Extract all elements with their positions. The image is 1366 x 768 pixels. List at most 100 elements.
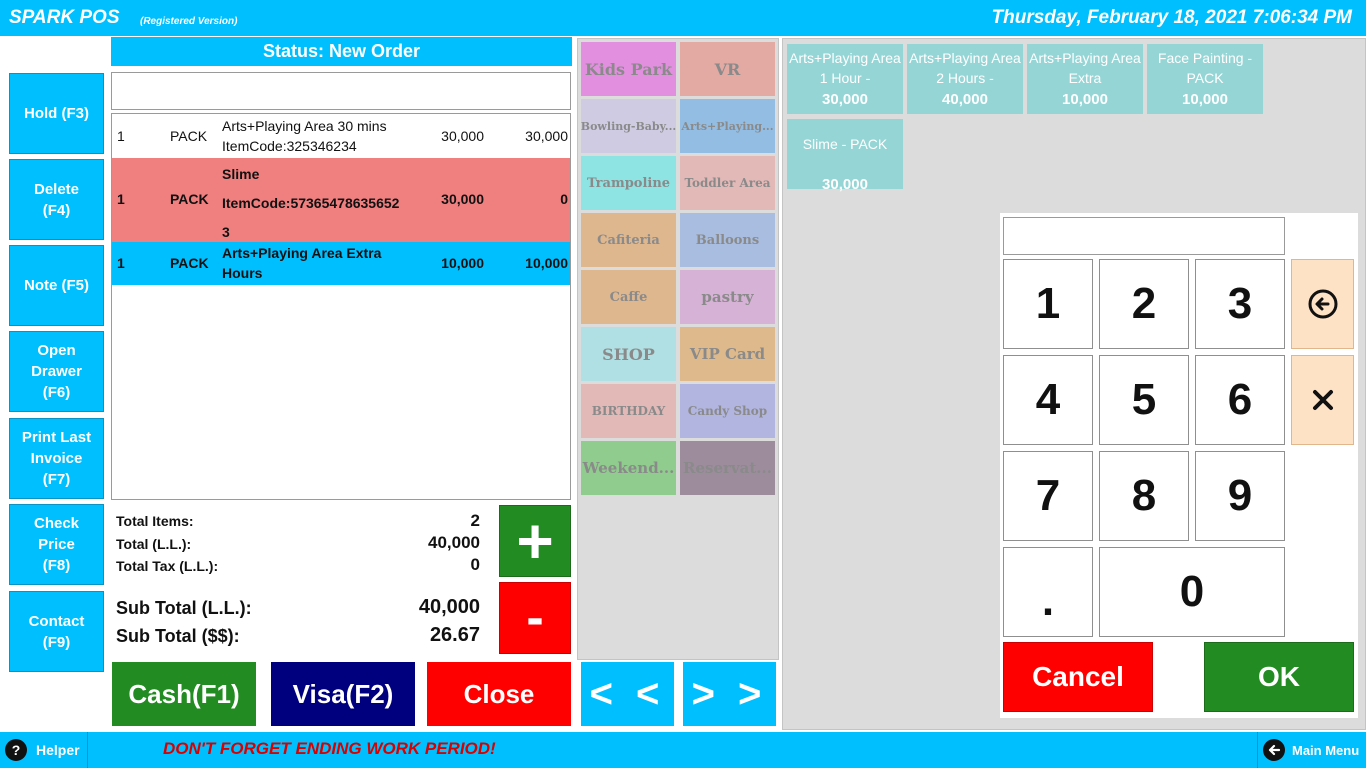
category-toddler-area[interactable]: Toddler Area xyxy=(680,156,775,210)
item-tile[interactable]: Arts+Playing Area Extra 10,000 xyxy=(1027,44,1143,114)
order-row-description: Arts+Playing Area Extra Hours xyxy=(222,245,382,281)
arrow-left-icon xyxy=(1263,739,1285,761)
item-price: 10,000 xyxy=(1062,91,1108,108)
item-tile[interactable]: Arts+Playing Area 1 Hour - 30,000 xyxy=(787,44,903,114)
order-row-price: 30,000 xyxy=(441,191,484,207)
order-row-price: 10,000 xyxy=(441,255,484,271)
order-row-unit: PACK xyxy=(170,191,209,207)
item-tile[interactable]: Slime - PACK 30,000 xyxy=(787,119,903,193)
order-row-qty: 1 xyxy=(117,255,125,271)
category-trampoline[interactable]: Trampoline xyxy=(581,156,676,210)
order-row-description: Arts+Playing Area 30 mins ItemCode:32534… xyxy=(222,118,387,154)
order-list[interactable]: 1 PACK Arts+Playing Area 30 mins ItemCod… xyxy=(111,113,571,500)
cash-button[interactable]: Cash(F1) xyxy=(112,662,256,726)
next-page-button[interactable]: > > xyxy=(683,662,776,726)
numpad-cancel-button[interactable]: Cancel xyxy=(1003,642,1153,712)
delete-button[interactable]: Delete (F4) xyxy=(9,159,104,240)
increase-qty-button[interactable]: + xyxy=(499,505,571,577)
category-candy-shop[interactable]: Candy Shop xyxy=(680,384,775,438)
item-name: Arts+Playing Area 2 Hours - xyxy=(909,50,1021,86)
main-menu-label: Main Menu xyxy=(1292,742,1360,758)
helper-button[interactable]: ? Helper xyxy=(0,732,88,768)
category-arts-playing[interactable]: Arts+Playing... xyxy=(680,99,775,153)
note-button[interactable]: Note (F5) xyxy=(9,245,104,326)
app-edition: (Registered Version) xyxy=(140,16,238,27)
item-price: 10,000 xyxy=(1182,91,1228,108)
category-birthday[interactable]: BIRTHDAY xyxy=(581,384,676,438)
order-row-qty: 1 xyxy=(117,191,125,207)
x-icon xyxy=(1312,390,1333,410)
category-weekend[interactable]: Weekend... xyxy=(581,441,676,495)
numpad-ok-button[interactable]: OK xyxy=(1204,642,1354,712)
item-search-input[interactable] xyxy=(111,72,571,110)
key-decimal[interactable]: . xyxy=(1003,547,1093,637)
check-price-button[interactable]: Check Price (F8) xyxy=(9,504,104,585)
arrow-left-circle-icon xyxy=(1308,289,1337,319)
order-row-total: 30,000 xyxy=(525,128,568,144)
helper-label: Helper xyxy=(36,742,80,758)
order-row-price: 30,000 xyxy=(441,128,484,144)
total-items-value: 2 xyxy=(470,511,480,530)
item-name: Slime - PACK xyxy=(802,136,888,152)
numpad-display[interactable] xyxy=(1003,217,1285,255)
visa-button[interactable]: Visa(F2) xyxy=(271,662,415,726)
total-ll-label: Total (L.L.): xyxy=(116,536,192,552)
key-2[interactable]: 2 xyxy=(1099,259,1189,349)
key-7[interactable]: 7 xyxy=(1003,451,1093,541)
subtotal-usd-value: 26.67 xyxy=(429,624,480,646)
key-6[interactable]: 6 xyxy=(1195,355,1285,445)
key-4[interactable]: 4 xyxy=(1003,355,1093,445)
question-icon: ? xyxy=(5,739,27,761)
prev-page-button[interactable]: < < xyxy=(581,662,674,726)
key-3[interactable]: 3 xyxy=(1195,259,1285,349)
category-vip-card[interactable]: VIP Card xyxy=(680,327,775,381)
item-tile[interactable]: Face Painting - PACK 10,000 xyxy=(1147,44,1263,114)
key-0[interactable]: 0 xyxy=(1099,547,1285,637)
app-name: SPARK POS xyxy=(9,7,120,28)
key-9[interactable]: 9 xyxy=(1195,451,1285,541)
item-tile[interactable]: Arts+Playing Area 2 Hours - 40,000 xyxy=(907,44,1023,114)
order-status: Status: New Order xyxy=(111,37,572,66)
decrease-qty-button[interactable]: - xyxy=(499,582,571,654)
total-items-label: Total Items: xyxy=(116,513,194,529)
key-8[interactable]: 8 xyxy=(1099,451,1189,541)
category-pastry[interactable]: pastry xyxy=(680,270,775,324)
category-cafiteria[interactable]: Cafiteria xyxy=(581,213,676,267)
total-tax-value: 0 xyxy=(470,555,480,574)
category-shop[interactable]: SHOP xyxy=(581,327,676,381)
key-1[interactable]: 1 xyxy=(1003,259,1093,349)
category-bowling-baby[interactable]: Bowling-Baby... xyxy=(581,99,676,153)
category-reservation[interactable]: Reservat... xyxy=(680,441,775,495)
item-price: 30,000 xyxy=(822,91,868,108)
item-name: Arts+Playing Area Extra xyxy=(1029,50,1141,86)
item-name: Arts+Playing Area 1 Hour - xyxy=(789,50,901,86)
open-drawer-button[interactable]: Open Drawer (F6) xyxy=(9,331,104,412)
hold-button[interactable]: Hold (F3) xyxy=(9,73,104,154)
main-menu-button[interactable]: Main Menu xyxy=(1257,732,1366,768)
close-button[interactable]: Close xyxy=(427,662,571,726)
key-5[interactable]: 5 xyxy=(1099,355,1189,445)
category-caffe[interactable]: Caffe xyxy=(581,270,676,324)
order-row-selected[interactable]: 1 PACK Arts+Playing Area Extra Hours 10,… xyxy=(112,242,570,285)
subtotal-ll-value: 40,000 xyxy=(418,596,480,618)
print-last-invoice-button[interactable]: Print Last Invoice (F7) xyxy=(9,418,104,499)
item-name: Face Painting - PACK xyxy=(1157,50,1253,86)
category-balloons[interactable]: Balloons xyxy=(680,213,775,267)
order-row-qty: 1 xyxy=(117,128,125,144)
backspace-button[interactable] xyxy=(1291,259,1354,349)
datetime: Thursday, February 18, 2021 7:06:34 PM xyxy=(991,7,1352,28)
order-row-voided[interactable]: 1 PACK Slime ItemCode:57365478635652 3 3… xyxy=(112,158,570,242)
clear-button[interactable] xyxy=(1291,355,1354,445)
item-price: 40,000 xyxy=(942,91,988,108)
work-period-warning: DON'T FORGET ENDING WORK PERIOD! xyxy=(163,739,496,758)
category-kids-park[interactable]: Kids Park xyxy=(581,42,676,96)
order-row-unit: PACK xyxy=(170,255,209,271)
total-tax-label: Total Tax (L.L.): xyxy=(116,558,219,574)
total-ll-value: 40,000 xyxy=(428,533,480,552)
order-row[interactable]: 1 PACK Arts+Playing Area 30 mins ItemCod… xyxy=(112,114,570,158)
order-row-total: 10,000 xyxy=(525,255,568,271)
contact-button[interactable]: Contact (F9) xyxy=(9,591,104,672)
order-row-total: 0 xyxy=(560,191,568,207)
category-vr[interactable]: VR xyxy=(680,42,775,96)
item-price: 30,000 xyxy=(822,176,868,193)
